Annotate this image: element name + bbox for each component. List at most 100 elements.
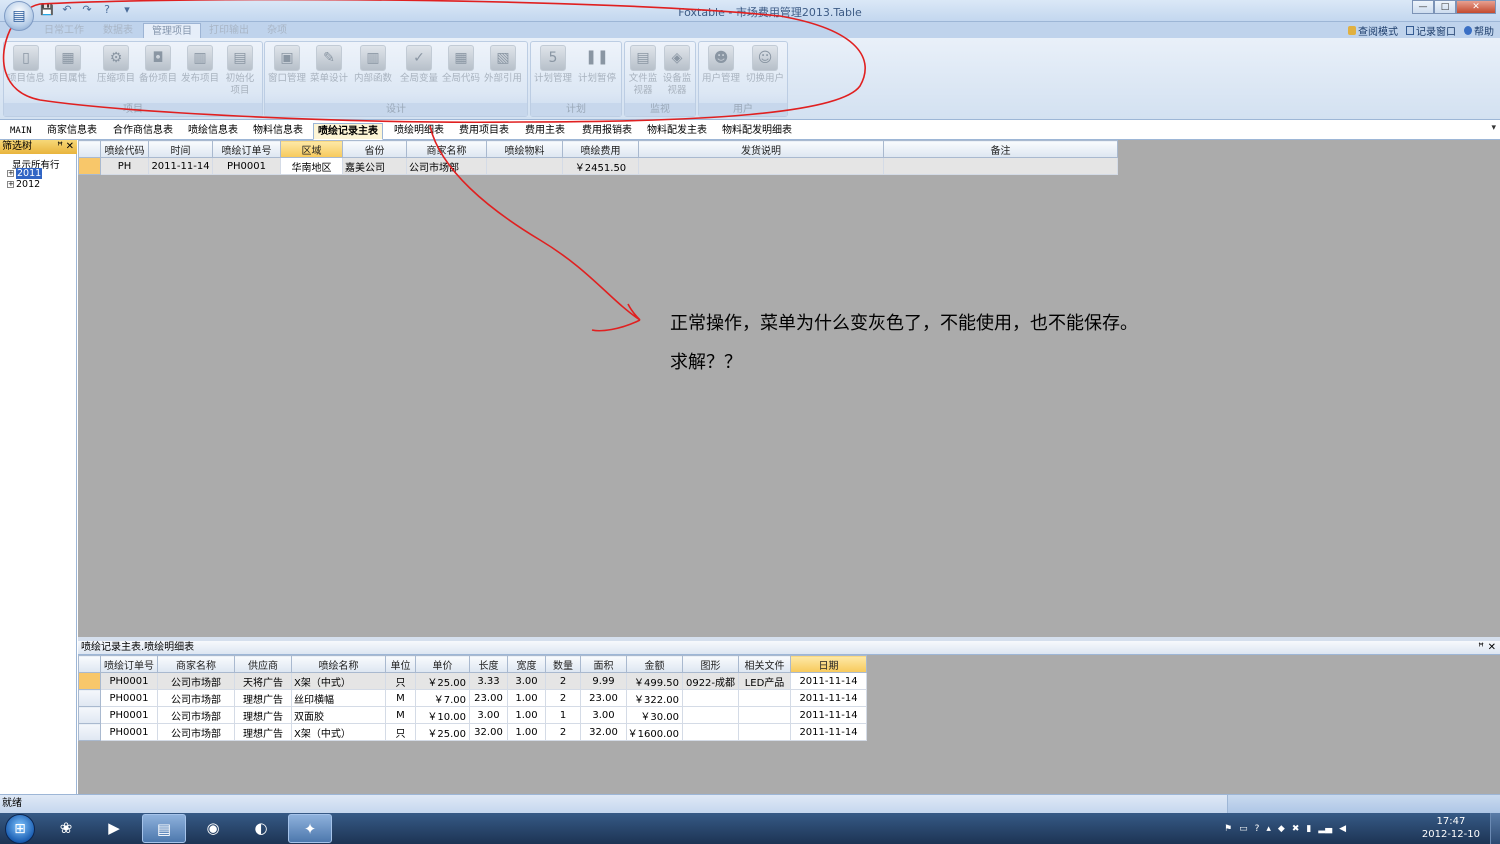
column-header[interactable]: 喷绘订单号 bbox=[212, 140, 281, 158]
menu-design-button[interactable]: ✎ 菜单设计 bbox=[309, 44, 349, 85]
tab-main[interactable]: MAIN bbox=[6, 123, 36, 140]
table-cell[interactable]: PH0001 bbox=[100, 723, 158, 741]
window-manage-button[interactable]: ▣ 窗口管理 bbox=[267, 44, 307, 85]
table-cell[interactable]: 公司市场部 bbox=[157, 689, 235, 707]
table-cell[interactable]: ￥25.00 bbox=[415, 672, 470, 690]
table-cell[interactable]: 2011-11-14 bbox=[148, 157, 213, 175]
table-cell[interactable]: 1 bbox=[545, 706, 581, 724]
table-cell[interactable]: PH0001 bbox=[100, 706, 158, 724]
table-cell[interactable] bbox=[486, 157, 563, 175]
maximize-button[interactable]: □ bbox=[1434, 0, 1456, 14]
table-cell[interactable]: 天将广告 bbox=[234, 672, 292, 690]
column-header[interactable]: 时间 bbox=[148, 140, 213, 158]
schedule-pause-button[interactable]: ❚❚ 计划暂停 bbox=[577, 44, 617, 85]
row-header[interactable] bbox=[78, 689, 101, 707]
expand-icon[interactable]: + bbox=[7, 170, 14, 177]
table-cell[interactable]: 3.00 bbox=[469, 706, 508, 724]
column-header[interactable]: 喷绘物料 bbox=[486, 140, 563, 158]
tray-alert-icon[interactable]: ✖ bbox=[1292, 824, 1300, 834]
table-cell[interactable]: 23.00 bbox=[469, 689, 508, 707]
taskbar-media-player-icon[interactable]: ▶ bbox=[92, 814, 136, 843]
column-header[interactable]: 喷绘名称 bbox=[291, 655, 386, 673]
row-header[interactable] bbox=[78, 157, 101, 175]
table-cell[interactable]: 2 bbox=[545, 672, 581, 690]
global-code-button[interactable]: ▦ 全局代码 bbox=[441, 44, 481, 85]
table-cell[interactable]: 32.00 bbox=[469, 723, 508, 741]
row-header[interactable] bbox=[78, 723, 101, 741]
column-header[interactable]: 宽度 bbox=[507, 655, 546, 673]
table-cell[interactable]: PH0001 bbox=[100, 672, 158, 690]
table-cell[interactable]: 理想广告 bbox=[234, 689, 292, 707]
row-header[interactable] bbox=[78, 672, 101, 690]
select-all-corner[interactable] bbox=[78, 655, 101, 673]
table-cell[interactable] bbox=[738, 689, 791, 707]
ribbon-tab-manage[interactable]: 管理项目 bbox=[143, 23, 201, 39]
table-cell[interactable]: 公司市场部 bbox=[157, 672, 235, 690]
column-header[interactable]: 发货说明 bbox=[638, 140, 884, 158]
column-header[interactable]: 区域 bbox=[280, 140, 343, 158]
table-cell[interactable]: 2 bbox=[545, 723, 581, 741]
table-cell[interactable] bbox=[682, 723, 739, 741]
table-row[interactable]: PH0001 公司市场部 理想广告 双面胶 M ￥10.00 3.00 1.00 1 3.00 ￥3… bbox=[78, 706, 867, 724]
table-cell[interactable]: 2011-11-14 bbox=[790, 723, 867, 741]
ribbon-tab-print[interactable]: 打印输出 bbox=[201, 23, 257, 39]
select-all-corner[interactable] bbox=[78, 140, 101, 158]
tab-spray-detail[interactable]: 喷绘明细表 bbox=[390, 123, 448, 140]
table-row[interactable]: PH 2011-11-14 PH0001 华南地区 嘉美公司 公司市场部 ￥24… bbox=[78, 157, 1118, 175]
table-cell[interactable]: PH bbox=[100, 157, 149, 175]
table-row[interactable]: PH0001 公司市场部 天将广告 X架（中式）只 ￥25.00 3.33 3.00 2 9.9… bbox=[78, 672, 867, 690]
schedule-manage-button[interactable]: 5 计划管理 bbox=[533, 44, 573, 85]
table-cell[interactable] bbox=[682, 706, 739, 724]
close-panel-icon[interactable]: ✕ bbox=[66, 140, 74, 153]
table-cell[interactable]: 2 bbox=[545, 689, 581, 707]
column-header[interactable]: 商家名称 bbox=[406, 140, 487, 158]
tray-help-icon[interactable]: ? bbox=[1255, 824, 1260, 834]
table-cell[interactable] bbox=[883, 157, 1118, 175]
tab-merchant-info[interactable]: 商家信息表 bbox=[43, 123, 101, 140]
table-cell[interactable]: 公司市场部 bbox=[157, 723, 235, 741]
column-header[interactable]: 省份 bbox=[342, 140, 407, 158]
column-header[interactable]: 相关文件 bbox=[738, 655, 791, 673]
tray-volume-icon[interactable]: ◀ bbox=[1339, 824, 1346, 834]
tab-cost-reimburse[interactable]: 费用报销表 bbox=[578, 123, 636, 140]
switch-user-button[interactable]: ☺ 切换用户 bbox=[745, 44, 785, 85]
table-cell[interactable]: 0922-成都 bbox=[682, 672, 739, 690]
ribbon-tab-misc[interactable]: 杂项 bbox=[259, 23, 295, 39]
help-link[interactable]: 帮助 bbox=[1464, 23, 1494, 38]
close-panel-icon[interactable]: ✕ bbox=[1488, 641, 1496, 654]
tab-material-dist-detail[interactable]: 物料配发明细表 bbox=[718, 123, 796, 140]
record-window-link[interactable]: 记录窗口 bbox=[1406, 23, 1456, 38]
table-cell[interactable]: 9.99 bbox=[580, 672, 627, 690]
table-cell[interactable]: 3.33 bbox=[469, 672, 508, 690]
ribbon-tab-tables[interactable]: 数据表 bbox=[95, 23, 141, 39]
minimize-button[interactable]: — bbox=[1412, 0, 1434, 14]
table-cell[interactable]: X架（中式） bbox=[291, 672, 386, 690]
column-header[interactable]: 单价 bbox=[415, 655, 470, 673]
table-cell[interactable]: 只 bbox=[385, 672, 416, 690]
taskbar-360-icon[interactable]: ❀ bbox=[44, 814, 88, 843]
column-header[interactable]: 喷绘订单号 bbox=[100, 655, 158, 673]
table-cell[interactable]: 1.00 bbox=[507, 723, 546, 741]
table-row[interactable]: PH0001 公司市场部 理想广告 丝印横幅 M ￥7.00 23.00 1.00 2 23.00… bbox=[78, 689, 867, 707]
row-header[interactable] bbox=[78, 706, 101, 724]
taskbar-foxtable-icon[interactable]: ✦ bbox=[288, 814, 332, 843]
table-cell[interactable]: 公司市场部 bbox=[406, 157, 487, 175]
table-cell[interactable]: LED产品 bbox=[738, 672, 791, 690]
app-menu-button[interactable]: ▤ bbox=[4, 1, 34, 31]
tray-network-icon[interactable]: ▂▄ bbox=[1318, 824, 1332, 834]
column-header[interactable]: 数量 bbox=[545, 655, 581, 673]
project-properties-button[interactable]: ▦ 项目属性 bbox=[48, 44, 88, 85]
tray-shield-icon[interactable]: ◆ bbox=[1278, 824, 1285, 834]
table-cell[interactable]: 华南地区 bbox=[280, 157, 343, 175]
ribbon-tab-daily[interactable]: 日常工作 bbox=[36, 23, 92, 39]
tree-item-2011[interactable]: +2011 bbox=[7, 168, 43, 179]
tray-flag-icon[interactable]: ⚑ bbox=[1224, 824, 1232, 834]
file-monitor-button[interactable]: ▤ 文件监视器 bbox=[625, 44, 661, 97]
column-header[interactable]: 喷绘费用 bbox=[562, 140, 639, 158]
table-cell[interactable]: ￥25.00 bbox=[415, 723, 470, 741]
column-header[interactable]: 供应商 bbox=[234, 655, 292, 673]
table-cell[interactable]: M bbox=[385, 706, 416, 724]
expand-icon[interactable]: + bbox=[7, 181, 14, 188]
table-cell[interactable]: ￥499.50 bbox=[626, 672, 683, 690]
column-header[interactable]: 金额 bbox=[626, 655, 683, 673]
